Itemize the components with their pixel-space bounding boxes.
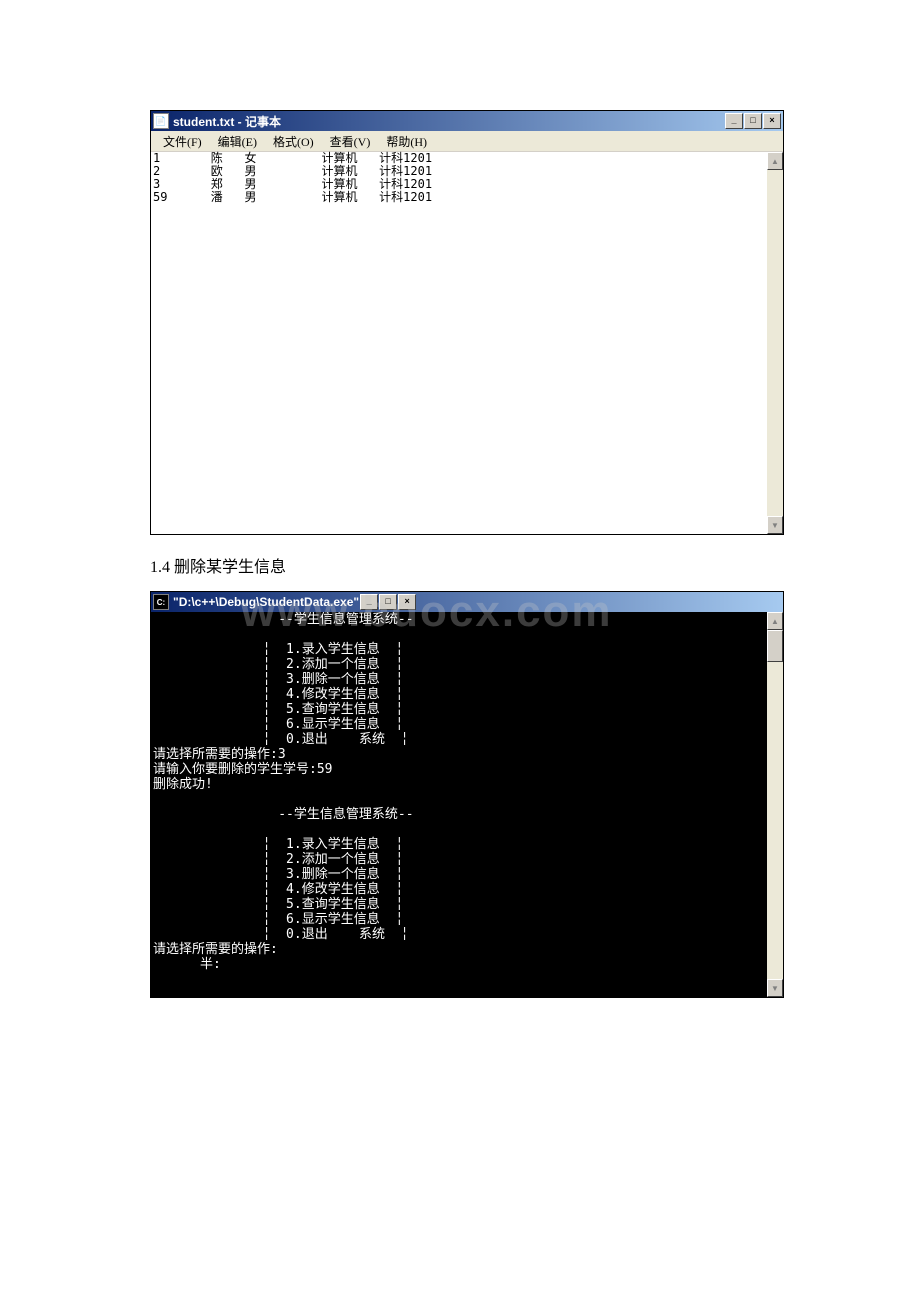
notepad-menubar: 文件(F) 编辑(E) 格式(O) 查看(V) 帮助(H) <box>151 131 783 152</box>
console-text-area[interactable]: --学生信息管理系统-- ╎ 1.录入学生信息 ╎ ╎ 2.添加一个信息 ╎ ╎… <box>151 612 767 997</box>
scroll-thumb[interactable] <box>767 630 783 662</box>
notepad-text-area[interactable]: 1 陈 女 计算机 计科1201 2 欧 男 计算机 计科1201 3 郑 男 … <box>151 152 767 534</box>
menu-help[interactable]: 帮助(H) <box>378 131 435 152</box>
minimize-button[interactable]: _ <box>725 113 743 129</box>
menu-edit[interactable]: 编辑(E) <box>210 131 265 152</box>
maximize-button[interactable]: □ <box>379 594 397 610</box>
menu-view[interactable]: 查看(V) <box>322 131 379 152</box>
notepad-title: student.txt - 记事本 <box>173 113 281 130</box>
console-scrollbar[interactable]: ▲ ▼ <box>767 612 783 997</box>
scroll-up-icon[interactable]: ▲ <box>767 612 783 630</box>
notepad-window: 📄 student.txt - 记事本 _ □ × 文件(F) 编辑(E) 格式… <box>150 110 784 535</box>
notepad-titlebar[interactable]: 📄 student.txt - 记事本 _ □ × <box>151 111 783 131</box>
menu-format[interactable]: 格式(O) <box>265 131 322 152</box>
console-title: "D:\c++\Debug\StudentData.exe" <box>173 595 359 609</box>
scroll-track[interactable] <box>767 662 783 979</box>
scroll-down-icon[interactable]: ▼ <box>767 516 783 534</box>
close-button[interactable]: × <box>763 113 781 129</box>
notepad-scrollbar[interactable]: ▲ ▼ <box>767 152 783 534</box>
console-titlebar[interactable]: C: "D:\c++\Debug\StudentData.exe" _ □ × <box>151 592 783 612</box>
close-button[interactable]: × <box>398 594 416 610</box>
notepad-icon: 📄 <box>153 113 169 129</box>
console-icon: C: <box>153 594 169 610</box>
console-body: --学生信息管理系统-- ╎ 1.录入学生信息 ╎ ╎ 2.添加一个信息 ╎ ╎… <box>151 612 783 997</box>
scroll-track[interactable] <box>767 170 783 516</box>
minimize-button[interactable]: _ <box>360 594 378 610</box>
notepad-body: 1 陈 女 计算机 计科1201 2 欧 男 计算机 计科1201 3 郑 男 … <box>151 152 783 534</box>
scroll-up-icon[interactable]: ▲ <box>767 152 783 170</box>
maximize-button[interactable]: □ <box>744 113 762 129</box>
scroll-down-icon[interactable]: ▼ <box>767 979 783 997</box>
console-window: www.bdocx.com C: "D:\c++\Debug\StudentDa… <box>150 591 784 998</box>
section-caption: 1.4 删除某学生信息 <box>150 553 770 577</box>
menu-file[interactable]: 文件(F) <box>155 131 210 152</box>
